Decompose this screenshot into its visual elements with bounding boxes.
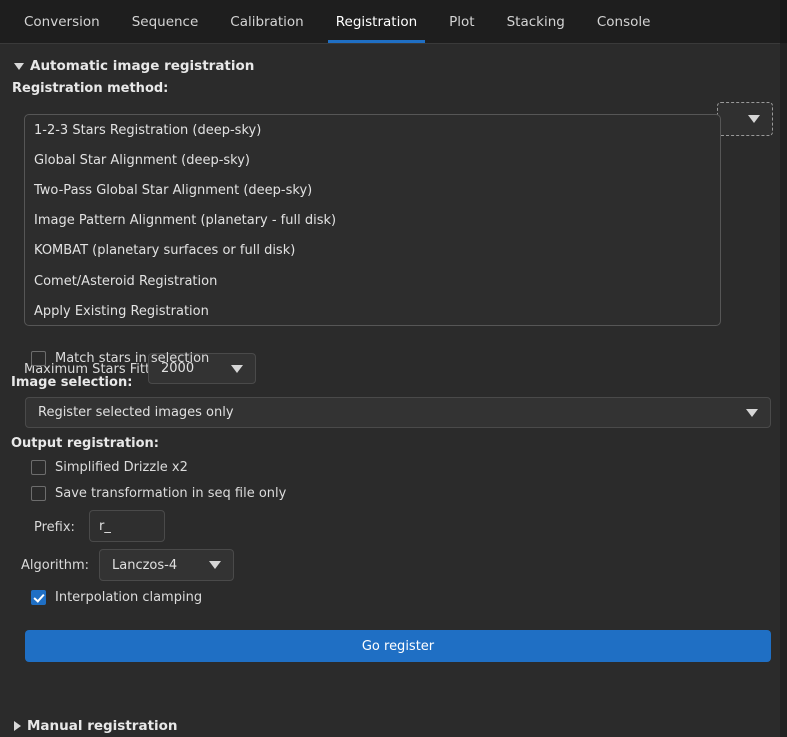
- tab-label: Conversion: [24, 13, 100, 30]
- registration-panel-window: Conversion Sequence Calibration Registra…: [0, 0, 787, 737]
- tabbar-right-edge: [780, 0, 787, 43]
- tab-calibration[interactable]: Calibration: [214, 0, 319, 43]
- dropdown-option-two-pass-global-star-alignment[interactable]: Two-Pass Global Star Alignment (deep-sky…: [25, 175, 720, 205]
- match-stars-in-selection-label: Match stars in selection: [55, 351, 210, 366]
- chevron-down-icon: [209, 561, 221, 569]
- option-label: Apply Existing Registration: [34, 303, 209, 319]
- image-selection-combo[interactable]: Register selected images only: [25, 397, 771, 428]
- main-tab-bar: Conversion Sequence Calibration Registra…: [0, 0, 787, 43]
- interpolation-clamping-checkbox[interactable]: [31, 590, 46, 605]
- option-label: Global Star Alignment (deep-sky): [34, 152, 250, 168]
- chevron-down-icon: [14, 62, 24, 70]
- simplified-drizzle-label: Simplified Drizzle x2: [55, 460, 188, 475]
- tab-label: Registration: [335, 13, 418, 30]
- tab-sequence[interactable]: Sequence: [116, 0, 215, 43]
- chevron-down-icon: [231, 364, 243, 373]
- registration-method-label: Registration method:: [12, 81, 169, 96]
- registration-method-combo[interactable]: [717, 102, 773, 136]
- interpolation-clamping-label: Interpolation clamping: [55, 590, 203, 605]
- save-transformation-label: Save transformation in seq file only: [55, 486, 287, 501]
- dropdown-option-global-star-alignment[interactable]: Global Star Alignment (deep-sky): [25, 145, 720, 175]
- registration-panel-body: Automatic image registration Registratio…: [0, 43, 780, 737]
- simplified-drizzle-row[interactable]: Simplified Drizzle x2: [31, 460, 188, 475]
- dropdown-option-image-pattern-alignment[interactable]: Image Pattern Alignment (planetary - ful…: [25, 206, 720, 236]
- interpolation-clamping-row[interactable]: Interpolation clamping: [31, 590, 202, 605]
- dropdown-option-apply-existing-registration[interactable]: Apply Existing Registration: [25, 296, 720, 325]
- simplified-drizzle-checkbox[interactable]: [31, 460, 46, 475]
- prefix-input[interactable]: r_: [89, 510, 165, 542]
- tab-console[interactable]: Console: [581, 0, 667, 43]
- expander-automatic-image-registration[interactable]: Automatic image registration: [14, 58, 254, 74]
- algorithm-combo[interactable]: Lanczos-4: [99, 549, 234, 581]
- go-register-button[interactable]: Go register: [25, 630, 771, 662]
- option-label: Two-Pass Global Star Alignment (deep-sky…: [34, 182, 313, 198]
- image-selection-label: Image selection:: [11, 375, 133, 390]
- tab-label: Sequence: [131, 13, 199, 30]
- expander-manual-registration[interactable]: Manual registration: [14, 718, 178, 734]
- option-label: Image Pattern Alignment (planetary - ful…: [34, 213, 337, 229]
- registration-method-dropdown-popup[interactable]: 1-2-3 Stars Registration (deep-sky) Glob…: [24, 114, 721, 326]
- go-register-label: Go register: [361, 638, 435, 654]
- option-label: Comet/Asteroid Registration: [34, 273, 218, 289]
- option-label: 1-2-3 Stars Registration (deep-sky): [34, 122, 262, 138]
- image-selection-value: Register selected images only: [38, 405, 234, 420]
- output-registration-label: Output registration:: [11, 436, 160, 451]
- save-transformation-row[interactable]: Save transformation in seq file only: [31, 486, 286, 501]
- save-transformation-checkbox[interactable]: [31, 486, 46, 501]
- expander-label: Manual registration: [27, 718, 178, 734]
- algorithm-value: Lanczos-4: [112, 557, 178, 573]
- tab-conversion[interactable]: Conversion: [8, 0, 116, 43]
- tab-plot[interactable]: Plot: [433, 0, 490, 43]
- prefix-label: Prefix:: [34, 520, 75, 535]
- dropdown-option-1-2-3-stars-registration[interactable]: 1-2-3 Stars Registration (deep-sky): [25, 115, 720, 145]
- tab-label: Stacking: [506, 13, 565, 30]
- chevron-down-icon: [748, 115, 760, 123]
- match-stars-in-selection-row[interactable]: Match stars in selection: [31, 351, 209, 366]
- expander-label: Automatic image registration: [30, 58, 255, 74]
- algorithm-label: Algorithm:: [21, 558, 90, 573]
- tab-label: Console: [596, 13, 651, 30]
- chevron-right-icon: [14, 721, 21, 731]
- panel-right-edge: [780, 43, 787, 737]
- match-stars-in-selection-checkbox[interactable]: [31, 351, 46, 366]
- tab-label: Plot: [449, 13, 475, 30]
- option-label: KOMBAT (planetary surfaces or full disk): [34, 243, 296, 259]
- dropdown-option-comet-asteroid-registration[interactable]: Comet/Asteroid Registration: [25, 266, 720, 296]
- chevron-down-icon: [746, 408, 758, 417]
- tab-label: Calibration: [230, 13, 304, 30]
- tab-stacking[interactable]: Stacking: [491, 0, 581, 43]
- dropdown-option-kombat[interactable]: KOMBAT (planetary surfaces or full disk): [25, 236, 720, 266]
- prefix-value: r_: [99, 518, 111, 534]
- tab-registration[interactable]: Registration: [320, 0, 433, 43]
